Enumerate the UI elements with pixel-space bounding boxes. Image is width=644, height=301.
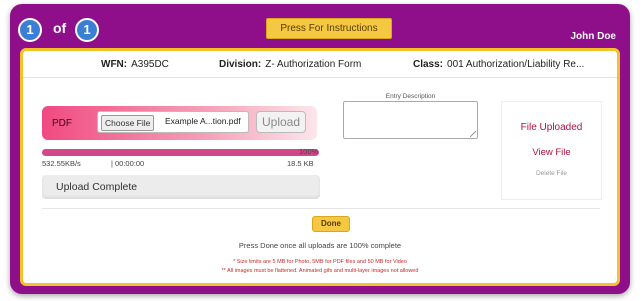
description-textarea[interactable]: [343, 101, 478, 139]
progress-percent: 100%: [299, 147, 319, 156]
upload-panel: WFN: A395DC Division: Z- Authorization For…: [20, 48, 620, 286]
total-pages-indicator[interactable]: 1: [75, 18, 99, 42]
instructions-button[interactable]: Press For Instructions: [266, 18, 392, 39]
user-name: John Doe: [570, 31, 616, 42]
description-label: Entry Description: [385, 93, 436, 100]
top-bar: 1 of 1 Press For Instructions John Doe: [10, 4, 630, 52]
page-of-label: of: [53, 20, 67, 36]
section-divider: [42, 208, 600, 209]
upload-speed: 532.55KB/s: [42, 159, 81, 168]
upload-elapsed: 00:00:00: [115, 159, 145, 168]
upload-button[interactable]: Upload: [256, 111, 306, 133]
choose-file-button[interactable]: Choose File: [101, 115, 155, 131]
division-value: Z- Authorization Form: [265, 59, 362, 70]
upload-progress-bar: [42, 149, 319, 156]
wfn-info: WFN: A395DC: [101, 59, 169, 70]
upload-status-text: Upload Complete: [56, 181, 138, 193]
done-button[interactable]: Done: [312, 216, 350, 232]
file-uploaded-status: File Uploaded: [520, 122, 583, 133]
file-input[interactable]: Choose File Example A...tion.pdf: [97, 111, 249, 133]
upload-status-bar: Upload Complete: [42, 175, 320, 199]
app-frame: 1 of 1 Press For Instructions John Doe W…: [10, 4, 630, 294]
done-hint: Press Done once all uploads are 100% com…: [238, 241, 402, 250]
size-limit-note: * Size limits are 5 MB for Photo, 5MB fo…: [233, 259, 407, 265]
file-status-panel: File Uploaded View File Delete File: [501, 101, 602, 200]
upload-progress-fill: [42, 149, 319, 156]
record-info-bar: WFN: A395DC Division: Z- Authorization For…: [23, 51, 617, 78]
file-type-label: PDF: [52, 118, 72, 129]
upload-size: 18.5 KB: [287, 159, 314, 168]
division-label: Division:: [219, 59, 262, 70]
current-page-indicator[interactable]: 1: [18, 18, 42, 42]
class-info: Class: 001 Authorization/Liability Re...: [413, 59, 584, 70]
elapsed-separator: |: [111, 159, 113, 168]
image-rules-note: ** All images must be flattened. Animate…: [221, 268, 419, 274]
pdf-upload-box: PDF Choose File Example A...tion.pdf Upl…: [42, 106, 317, 140]
selected-file-name: Example A...tion.pdf: [165, 116, 241, 126]
view-file-link[interactable]: View File: [502, 147, 601, 158]
division-info: Division: Z- Authorization Form: [219, 59, 361, 70]
class-label: Class:: [413, 59, 444, 70]
delete-file-link[interactable]: Delete File: [502, 170, 601, 177]
class-value: 001 Authorization/Liability Re...: [447, 59, 585, 70]
resize-grip-icon[interactable]: [470, 131, 476, 137]
wfn-value: A395DC: [131, 59, 169, 70]
wfn-label: WFN:: [101, 59, 128, 70]
